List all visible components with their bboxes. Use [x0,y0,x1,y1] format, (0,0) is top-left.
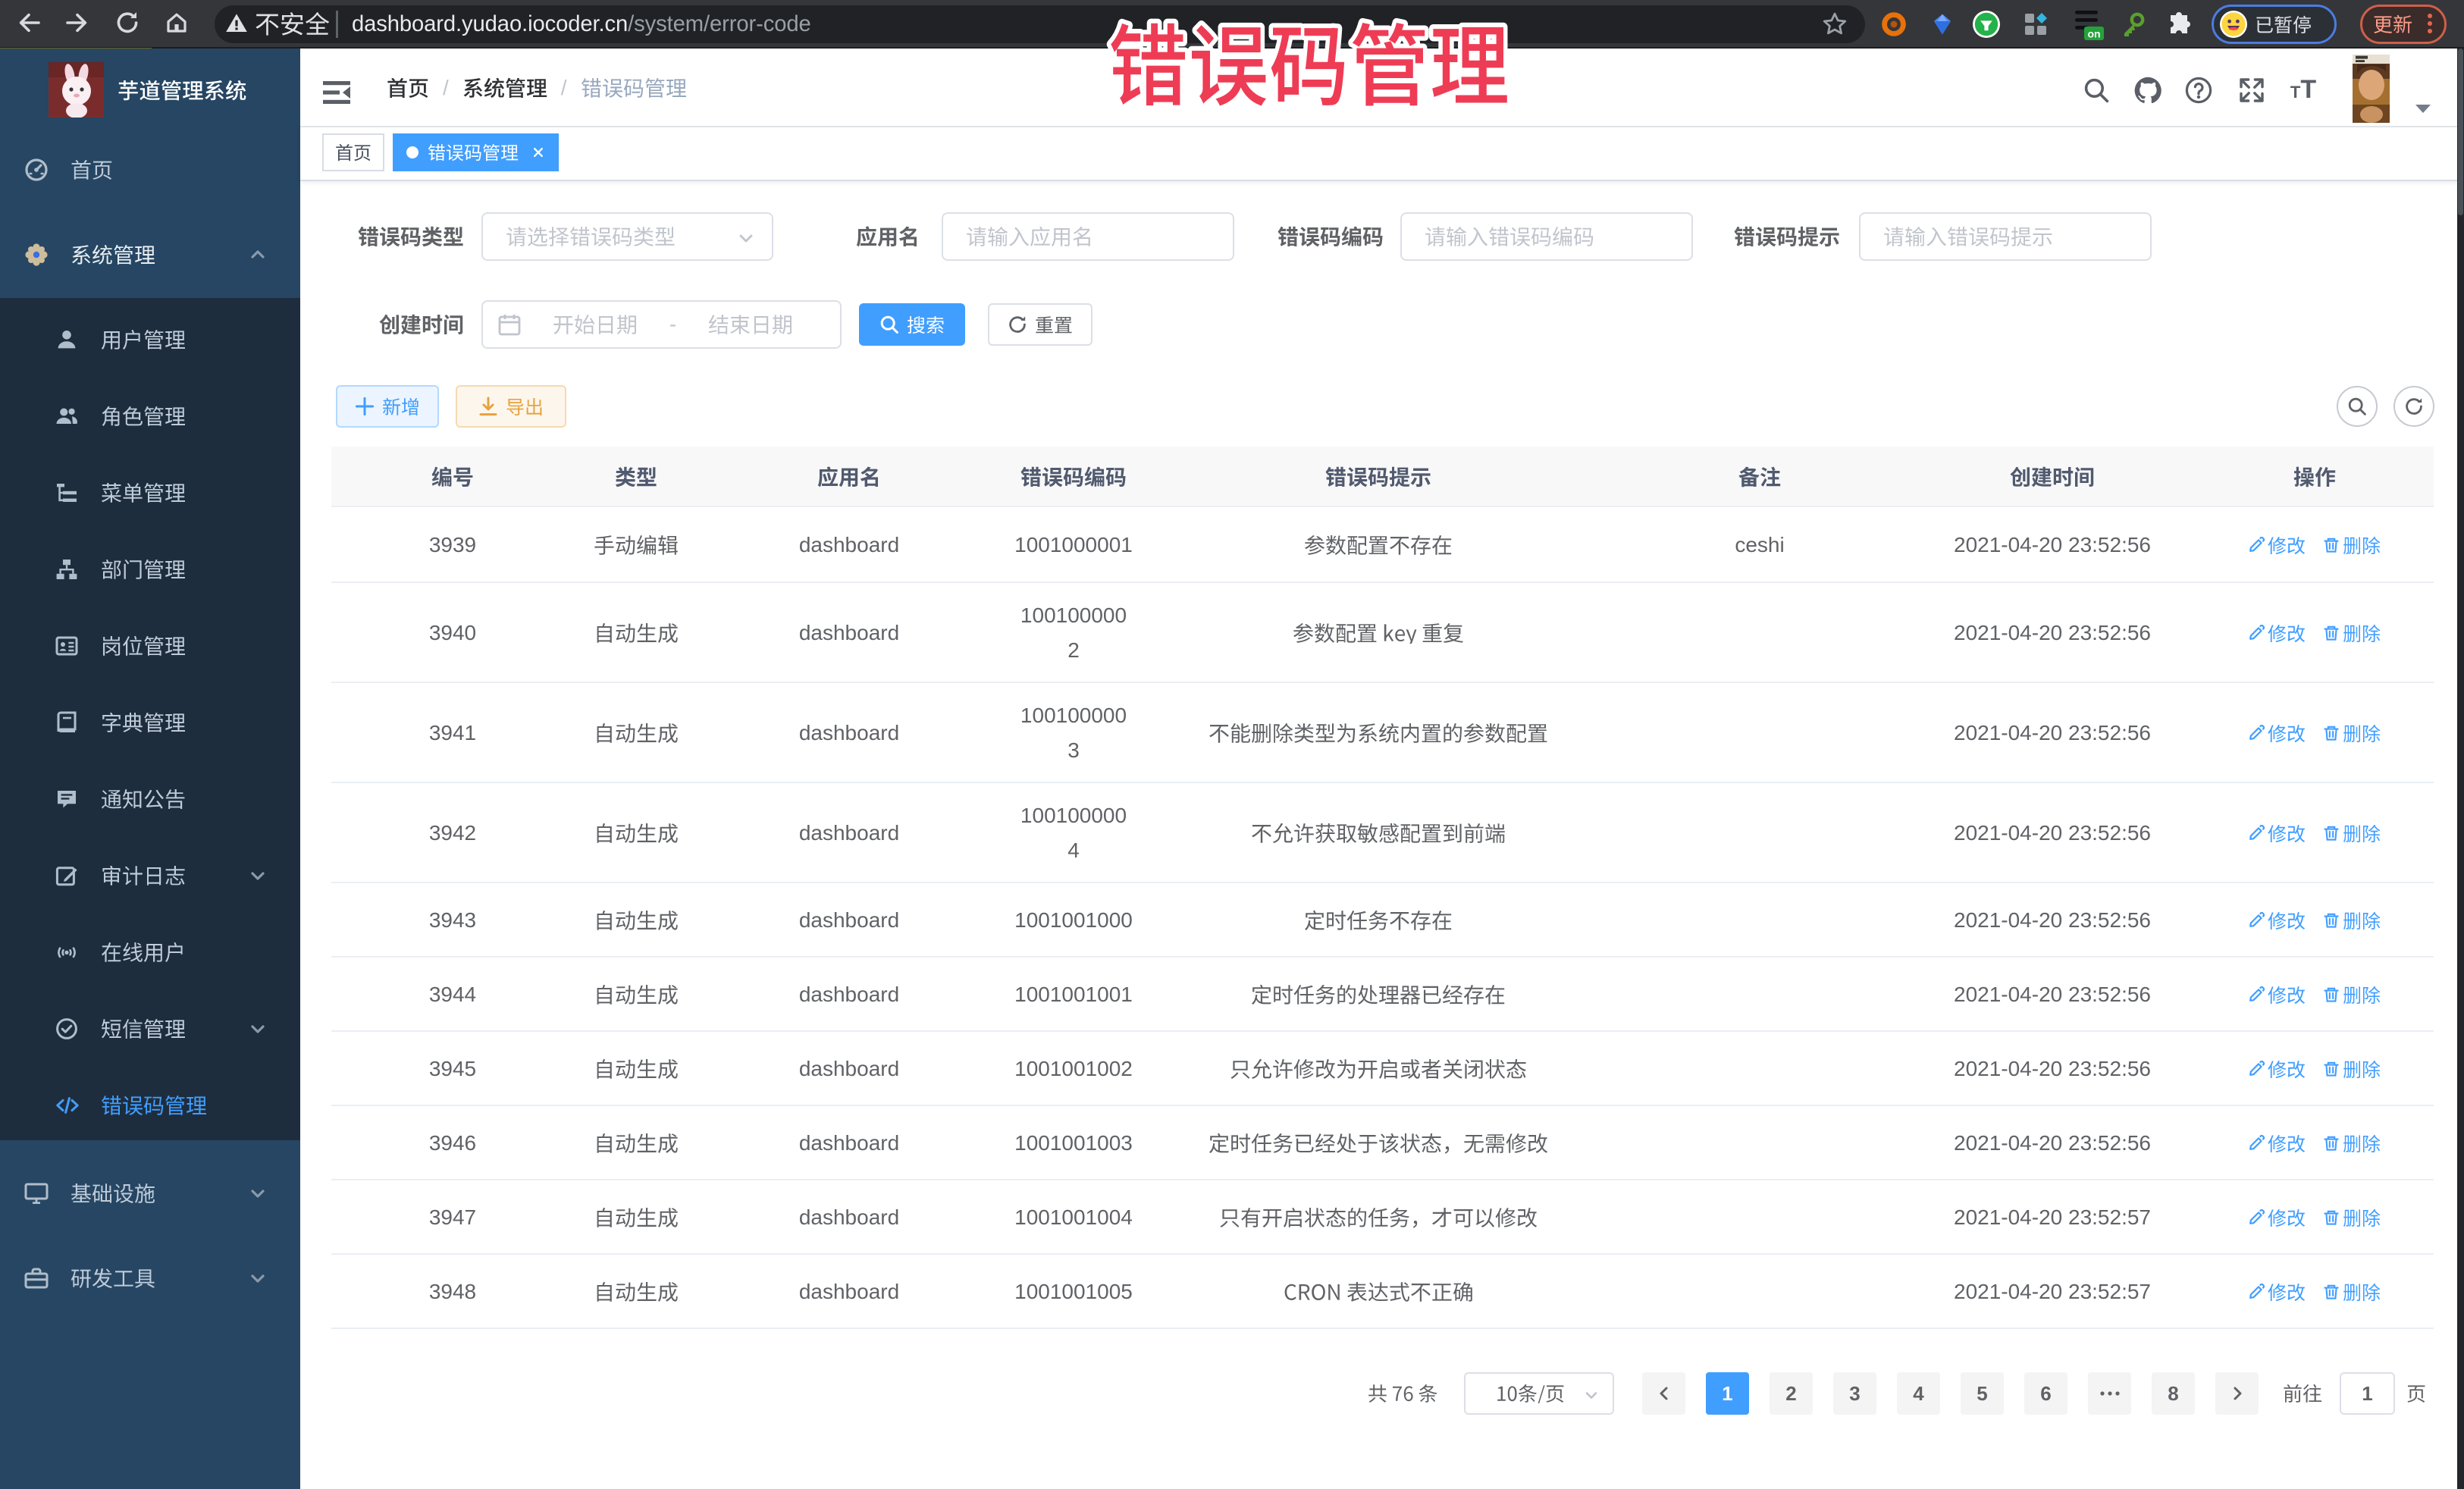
svg-text:on: on [2087,28,2100,40]
